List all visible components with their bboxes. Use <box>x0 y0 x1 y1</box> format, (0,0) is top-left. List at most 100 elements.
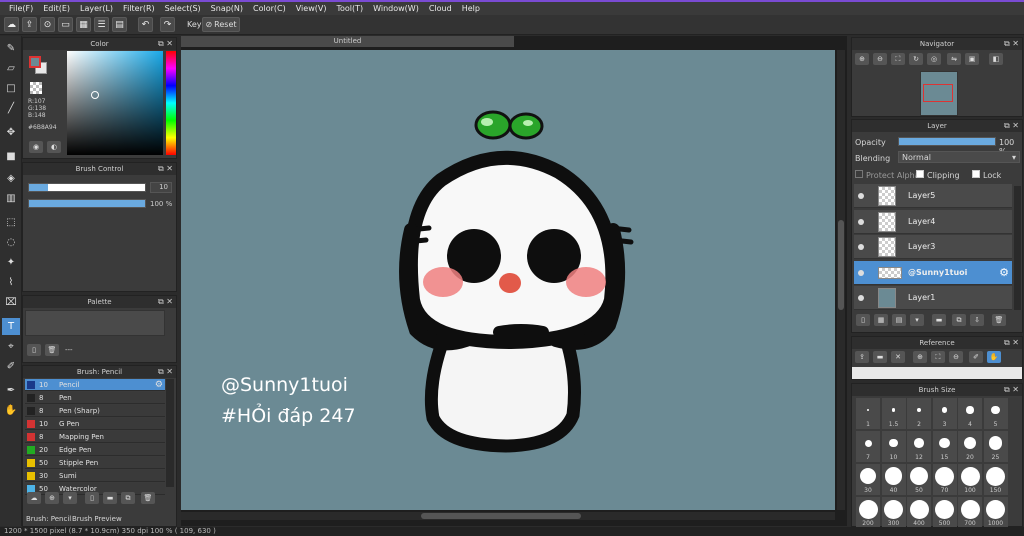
eye-icon[interactable] <box>858 193 864 199</box>
flip-icon[interactable]: ⇋ <box>947 53 961 65</box>
brush-item[interactable]: 30 Sumi <box>25 470 165 482</box>
eye-icon[interactable] <box>858 295 864 301</box>
brush-size-cell[interactable]: 400 <box>907 497 931 528</box>
brush-tool-icon[interactable]: ✎ <box>2 40 20 57</box>
ref-upload-icon[interactable]: ⇪ <box>855 351 869 363</box>
eraser-tool-icon[interactable]: ▱ <box>2 60 20 77</box>
cloud-icon[interactable]: ☁ <box>4 17 19 32</box>
brush-item[interactable]: 10 Pencil ⚙ <box>25 379 165 391</box>
brush-item[interactable]: 20 Edge Pen <box>25 444 165 456</box>
brush-size-cell[interactable]: 25 <box>983 431 1008 462</box>
comment-icon[interactable]: ▭ <box>58 17 73 32</box>
brush-size-cell[interactable]: 15 <box>932 431 957 462</box>
select-tool-icon[interactable]: ⬚ <box>2 214 20 231</box>
select-eraser-icon[interactable]: ⌧ <box>2 294 20 311</box>
eye-icon[interactable] <box>858 218 864 225</box>
brush-delete-icon[interactable]: 🗑 <box>141 492 155 504</box>
brush-size-cell[interactable]: 1000 <box>983 497 1008 528</box>
new-halftone-layer-icon[interactable]: ▦ <box>874 314 888 326</box>
brush-item[interactable]: 8 Mapping Pen <box>25 431 165 443</box>
brush-size-cell[interactable]: 50 <box>907 464 931 495</box>
brush-size-cell[interactable]: 200 <box>856 497 880 528</box>
brush-size-cell[interactable]: 40 <box>881 464 906 495</box>
magic-wand-icon[interactable]: ✦ <box>2 254 20 271</box>
list-icon[interactable]: ☰ <box>94 17 109 32</box>
navigator-viewport[interactable] <box>923 84 953 102</box>
menu-item[interactable]: Select(S) <box>160 4 206 13</box>
brush-size-cell[interactable]: 300 <box>881 497 906 528</box>
actual-size-icon[interactable]: ◎ <box>927 53 941 65</box>
eyedropper-tool-icon[interactable]: ✐ <box>2 358 20 375</box>
layer-opacity-slider[interactable] <box>898 137 996 146</box>
nav-flip-icon[interactable]: ◧ <box>989 53 1003 65</box>
ref-zoom-in-icon[interactable]: ⊕ <box>913 351 927 363</box>
layer-menu-icon[interactable]: ▾ <box>910 314 924 326</box>
brush-size-cell[interactable]: 150 <box>983 464 1008 495</box>
panel-close-icon[interactable]: ⧉ ✕ <box>158 163 173 175</box>
horizontal-scroll-thumb[interactable] <box>421 513 581 519</box>
brush-size-cell[interactable]: 700 <box>958 497 982 528</box>
layer-row[interactable]: Layer1 <box>854 286 1012 310</box>
brush-menu-icon[interactable]: ▾ <box>63 492 77 504</box>
ref-close-icon[interactable]: ✕ <box>891 351 905 363</box>
text-tool-icon[interactable]: T <box>2 318 20 335</box>
tab-brush-preview[interactable]: Brush Preview <box>70 514 124 524</box>
export-icon[interactable]: ⇪ <box>22 17 37 32</box>
panel-close-icon[interactable]: ⧉ ✕ <box>1004 120 1019 132</box>
saturation-value-picker[interactable] <box>67 51 163 155</box>
eye-icon[interactable] <box>858 244 864 250</box>
blending-select[interactable]: Normal ▾ <box>898 151 1020 163</box>
rotate-reset-icon[interactable]: ▣ <box>965 53 979 65</box>
brush-size-cell[interactable]: 1 <box>856 398 880 429</box>
layer-row[interactable]: Layer4 <box>854 209 1012 234</box>
menu-item[interactable]: Tool(T) <box>331 4 368 13</box>
pen-tool-icon[interactable]: ✒ <box>2 382 20 399</box>
brush-item[interactable]: 8 Pen (Sharp) <box>25 405 165 417</box>
layer-folder-icon[interactable]: ▬ <box>932 314 946 326</box>
panel-close-icon[interactable]: ⧉ ✕ <box>1004 337 1019 349</box>
brush-size-cell[interactable]: 3 <box>932 398 957 429</box>
protect-alpha-checkbox[interactable] <box>855 170 863 178</box>
ref-eyedropper-icon[interactable]: ✐ <box>969 351 983 363</box>
menu-item[interactable]: Window(W) <box>368 4 424 13</box>
eye-icon[interactable] <box>858 269 864 276</box>
new-1bit-layer-icon[interactable]: ▤ <box>892 314 906 326</box>
layer-delete-icon[interactable]: 🗑 <box>992 314 1006 326</box>
foreground-color-swatch[interactable] <box>29 56 41 68</box>
ref-hand-icon[interactable]: ✋ <box>987 351 1001 363</box>
brush-cloud-icon[interactable]: ☁ <box>27 492 41 504</box>
navigator-thumbnail[interactable] <box>920 71 958 116</box>
menu-item[interactable]: Filter(R) <box>118 4 160 13</box>
brush-size-cell[interactable]: 30 <box>856 464 880 495</box>
horizontal-scrollbar[interactable] <box>181 512 835 520</box>
transparent-swatch[interactable] <box>30 82 42 94</box>
brush-size-cell[interactable]: 10 <box>881 431 906 462</box>
redo-icon[interactable]: ↷ <box>160 17 175 32</box>
tab-brush[interactable]: Brush: Pencil <box>24 514 74 524</box>
menu-item[interactable]: Edit(E) <box>38 4 75 13</box>
brush-size-cell[interactable]: 4 <box>958 398 982 429</box>
brush-size-slider[interactable] <box>28 183 146 192</box>
brush-item[interactable]: 50 Stipple Pen <box>25 457 165 469</box>
menu-item[interactable]: Help <box>457 4 485 13</box>
gear-icon[interactable]: ⚙ <box>999 266 1009 279</box>
ref-zoom-out-icon[interactable]: ⊖ <box>949 351 963 363</box>
brush-item[interactable]: 10 G Pen <box>25 418 165 430</box>
menu-item[interactable]: Snap(N) <box>206 4 248 13</box>
rect-tool-icon[interactable]: □ <box>2 80 20 97</box>
menu-item[interactable]: Layer(L) <box>75 4 118 13</box>
brush-duplicate-icon[interactable]: ⧉ <box>121 492 135 504</box>
panel-close-icon[interactable]: ⧉ ✕ <box>158 296 173 308</box>
layer-row[interactable]: Layer5 <box>854 184 1012 208</box>
new-palette-icon[interactable]: ▯ <box>27 344 41 356</box>
panel-close-icon[interactable]: ⧉ ✕ <box>158 38 173 50</box>
hand-tool-icon[interactable]: ✋ <box>2 402 20 419</box>
brush-size-cell[interactable]: 7 <box>856 431 880 462</box>
layout-icon[interactable]: ▤ <box>112 17 127 32</box>
panel-close-icon[interactable]: ⧉ ✕ <box>1004 38 1019 50</box>
brush-size-cell[interactable]: 1.5 <box>881 398 906 429</box>
menu-item[interactable]: Color(C) <box>248 4 291 13</box>
zoom-out-icon[interactable]: ⊖ <box>873 53 887 65</box>
ref-fit-icon[interactable]: ⛶ <box>931 351 945 363</box>
brush-size-cell[interactable]: 5 <box>983 398 1008 429</box>
